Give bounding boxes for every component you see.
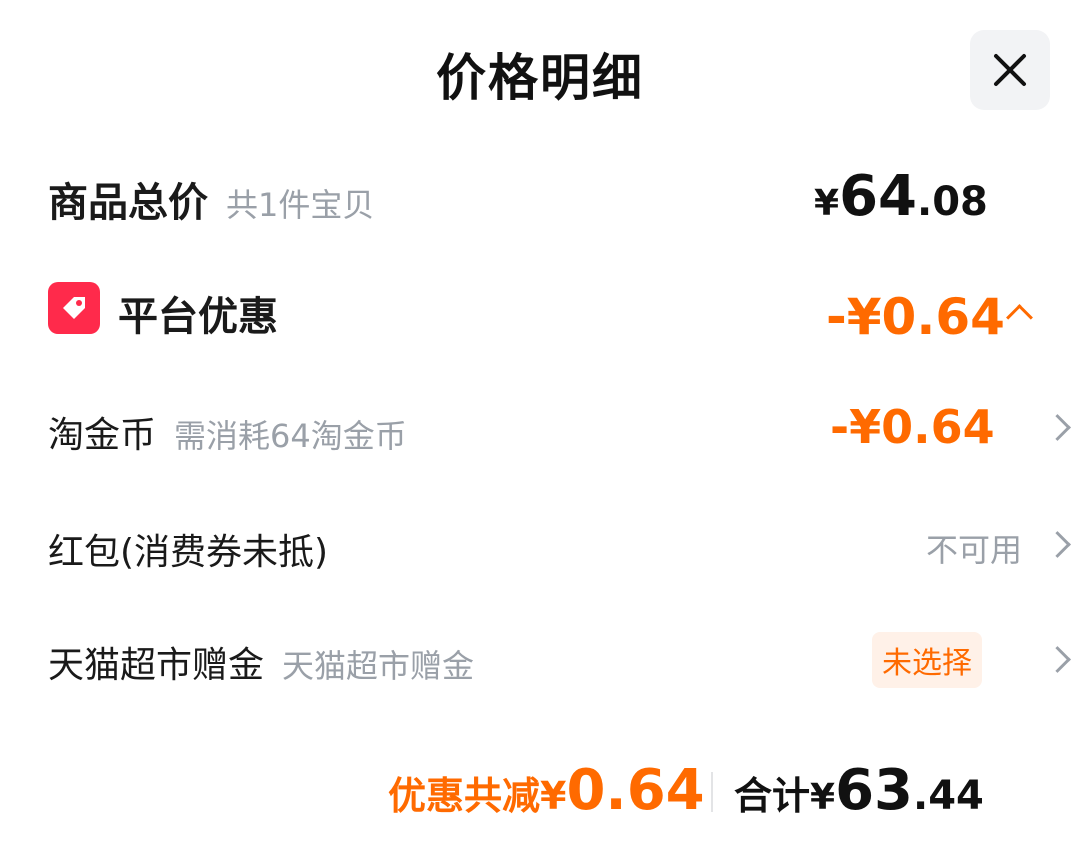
- item-sub: 天猫超市赠金: [282, 647, 475, 685]
- currency-symbol: ¥: [814, 183, 840, 224]
- page-title: 价格明细: [436, 49, 644, 107]
- platform-discount-row[interactable]: 平台优惠 -¥0.64: [48, 282, 1080, 362]
- total-label: 合计: [734, 774, 811, 818]
- list-item-hongbao[interactable]: 红包(消费券未抵) 不可用: [48, 515, 1080, 595]
- discount-total-value: 0.64: [566, 758, 705, 823]
- price-integer: 64: [839, 164, 917, 229]
- goods-total-price: ¥64.08: [814, 164, 988, 229]
- total-decimal: .44: [913, 773, 984, 819]
- chevron-right-icon[interactable]: [1044, 646, 1071, 673]
- unselected-badge[interactable]: 未选择: [872, 632, 982, 688]
- chevron-right-icon[interactable]: [1044, 531, 1071, 558]
- goods-total-label: 商品总价: [48, 180, 208, 226]
- list-item-tmall-gift[interactable]: 天猫超市赠金 天猫超市赠金 未选择: [48, 630, 1080, 710]
- coupon-tag-icon: [48, 282, 100, 334]
- currency-symbol: ¥: [810, 777, 836, 818]
- currency-symbol: ¥: [540, 774, 567, 818]
- total-integer: 63: [835, 758, 914, 823]
- divider: [711, 772, 713, 812]
- chevron-right-icon[interactable]: [1044, 414, 1071, 441]
- chevron-up-icon[interactable]: [1006, 304, 1033, 331]
- item-label: 天猫超市赠金: [48, 645, 265, 686]
- discount-summary-label: 优惠共减: [388, 774, 541, 818]
- item-label: 淘金币: [48, 415, 157, 456]
- discount-summary: 优惠共减¥0.64: [388, 758, 705, 823]
- platform-discount-amount: -¥0.64: [826, 288, 1005, 346]
- item-label: 红包(消费券未抵): [48, 532, 329, 573]
- goods-total-row: 商品总价 共1件宝贝 ¥64.08: [48, 160, 1080, 240]
- price-decimal: .08: [917, 179, 988, 225]
- grand-total: 合计¥63.44: [734, 758, 984, 823]
- close-icon: [994, 54, 1026, 86]
- goods-count-text: 共1件宝贝: [226, 186, 375, 224]
- unavailable-text: 不可用: [926, 531, 1023, 569]
- item-sub: 需消耗64淘金币: [174, 417, 407, 455]
- platform-discount-label: 平台优惠: [118, 294, 278, 340]
- list-item-taojinbi[interactable]: 淘金币 需消耗64淘金币 -¥0.64: [48, 398, 1080, 478]
- price-detail-sheet: 价格明细 商品总价 共1件宝贝 ¥64.08 平台优惠 -¥0.64 淘金币 需消耗…: [0, 0, 1080, 845]
- close-button[interactable]: [970, 30, 1050, 110]
- taojinbi-amount: -¥0.64: [830, 400, 995, 454]
